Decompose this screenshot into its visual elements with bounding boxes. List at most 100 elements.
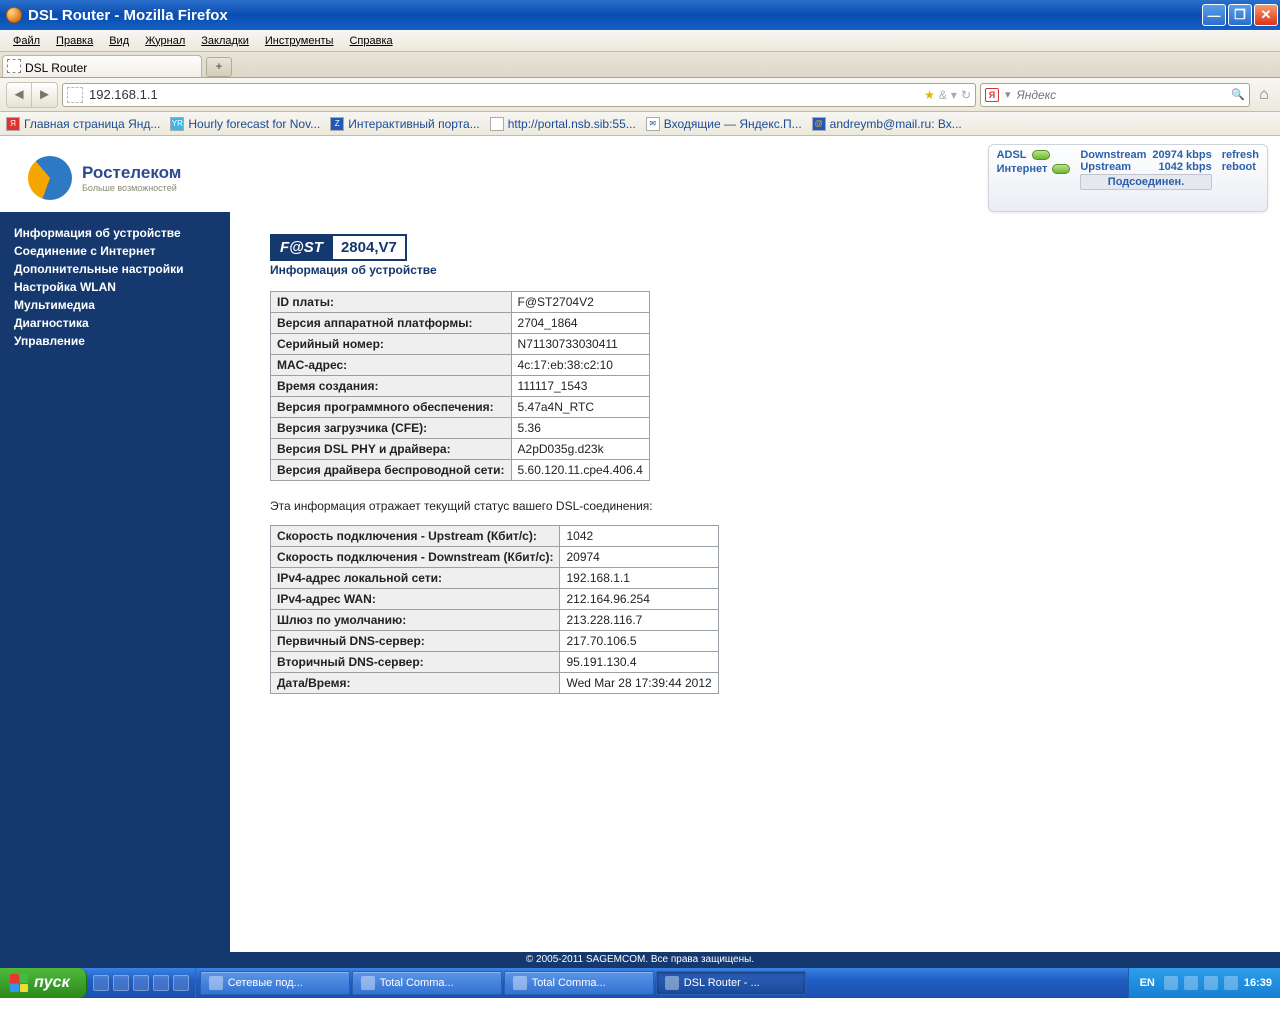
url-bar[interactable]: ★ & ▾ ↻ [62, 83, 976, 107]
tray-icon[interactable] [1164, 976, 1178, 990]
site-identity-icon[interactable] [67, 87, 83, 103]
network-icon [209, 976, 223, 990]
start-button[interactable]: пуск [0, 968, 87, 998]
page-icon [490, 117, 504, 131]
search-go-icon[interactable]: 🔍 [1231, 88, 1245, 101]
bookmark-nsb-portal[interactable]: http://portal.nsb.sib:55... [490, 117, 636, 131]
tray-icon[interactable] [1224, 976, 1238, 990]
table-row: Версия DSL PHY и драйвера:A2pD035g.d23k [271, 439, 650, 460]
table-row: MAC-адрес:4c:17:eb:38:c2:10 [271, 355, 650, 376]
menu-bookmarks[interactable]: Закладки [194, 33, 256, 49]
ql-icon[interactable] [113, 975, 129, 991]
table-row: IPv4-адрес WAN:212.164.96.254 [271, 589, 719, 610]
table-row: Версия драйвера беспроводной сети:5.60.1… [271, 460, 650, 481]
content-subheading: Информация об устройстве [270, 263, 1280, 277]
weather-icon: YR [170, 117, 184, 131]
logo-name: Ростелеком [82, 163, 181, 183]
urlbar-amp-icon: & [939, 88, 947, 102]
search-input[interactable] [1017, 88, 1226, 102]
bookmark-mailru[interactable]: @andreymb@mail.ru: Вх... [812, 117, 962, 131]
bookmark-star-icon[interactable]: ★ [924, 88, 935, 102]
bookmark-interactive-portal[interactable]: ZИнтерактивный порта... [330, 117, 480, 131]
ql-icon[interactable] [93, 975, 109, 991]
bookmark-hourly-forecast[interactable]: YRHourly forecast for Nov... [170, 117, 320, 131]
quick-launch [87, 968, 196, 998]
new-tab-button[interactable]: + [206, 57, 232, 77]
search-bar[interactable]: Я ▾ 🔍 [980, 83, 1250, 107]
menu-edit[interactable]: Правка [49, 33, 100, 49]
menu-view[interactable]: Вид [102, 33, 136, 49]
rostelecom-logo-icon [28, 156, 72, 200]
model-badge: F@ST 2804,V7 [270, 234, 407, 261]
tab-title: DSL Router [25, 61, 87, 75]
connection-status-box: ADSL Интернет Downstream20974 kbps Upstr… [988, 144, 1268, 212]
tc-icon [361, 976, 375, 990]
downstream-label: Downstream [1080, 149, 1146, 161]
task-dsl-router[interactable]: DSL Router - ... [656, 971, 806, 995]
sidebar-item-wlan-settings[interactable]: Настройка WLAN [14, 278, 230, 296]
sidebar-item-device-info[interactable]: Информация об устройстве [14, 224, 230, 242]
url-input[interactable] [89, 87, 918, 102]
close-button[interactable]: ✕ [1254, 4, 1278, 26]
table-row: Серийный номер:N71130733030411 [271, 334, 650, 355]
menu-file[interactable]: Файл [6, 33, 47, 49]
forward-button[interactable]: ► [32, 82, 58, 108]
taskbar-tasks: Сетевые под... Total Comma... Total Comm… [196, 968, 1128, 998]
language-indicator[interactable]: EN [1137, 977, 1158, 989]
search-dropdown-icon[interactable]: ▾ [1005, 88, 1011, 101]
urlbar-icons: ★ & ▾ ↻ [924, 88, 971, 102]
tab-dsl-router[interactable]: DSL Router [2, 55, 202, 77]
task-network-connections[interactable]: Сетевые под... [200, 971, 350, 995]
minimize-button[interactable]: — [1202, 4, 1226, 26]
content-area: F@ST 2804,V7 Информация об устройстве ID… [230, 212, 1280, 954]
sidebar-item-management[interactable]: Управление [14, 332, 230, 350]
downstream-value: 20974 kbps [1152, 149, 1211, 161]
router-sidebar: Информация об устройстве Соединение с Ин… [0, 212, 230, 954]
bookmarks-toolbar: ЯГлавная страница Янд... YRHourly foreca… [0, 112, 1280, 136]
menu-help[interactable]: Справка [342, 33, 399, 49]
reload-icon[interactable]: ↻ [961, 88, 971, 102]
dsl-status-table: Скорость подключения - Upstream (Кбит/с)… [270, 525, 719, 694]
task-total-commander-1[interactable]: Total Comma... [352, 971, 502, 995]
sidebar-item-internet-connection[interactable]: Соединение с Интернет [14, 242, 230, 260]
upstream-value: 1042 kbps [1152, 161, 1211, 173]
refresh-link[interactable]: refresh [1222, 149, 1259, 161]
router-page: Ростелеком Больше возможностей ADSL Инте… [0, 136, 1280, 968]
table-row: Вторичный DNS-сервер:95.191.130.4 [271, 652, 719, 673]
home-button[interactable]: ⌂ [1254, 85, 1274, 105]
table-row: Скорость подключения - Downstream (Кбит/… [271, 547, 719, 568]
system-tray: EN 16:39 [1128, 968, 1280, 998]
maximize-button[interactable]: ❐ [1228, 4, 1252, 26]
internet-led-icon [1052, 164, 1070, 174]
sidebar-item-advanced-settings[interactable]: Дополнительные настройки [14, 260, 230, 278]
reboot-link[interactable]: reboot [1222, 161, 1259, 173]
mail-icon: ✉ [646, 117, 660, 131]
sidebar-item-multimedia[interactable]: Мультимедиа [14, 296, 230, 314]
windows-taskbar: пуск Сетевые под... Total Comma... Total… [0, 968, 1280, 998]
ql-icon[interactable] [153, 975, 169, 991]
menu-history[interactable]: Журнал [138, 33, 192, 49]
ql-icon[interactable] [173, 975, 189, 991]
bookmark-yandex-home[interactable]: ЯГлавная страница Янд... [6, 117, 160, 131]
page-icon [7, 59, 21, 73]
task-total-commander-2[interactable]: Total Comma... [504, 971, 654, 995]
windows-flag-icon [10, 974, 28, 992]
yandex-icon: Я [6, 117, 20, 131]
rostelecom-logo: Ростелеком Больше возможностей [28, 144, 181, 212]
tray-icon[interactable] [1204, 976, 1218, 990]
window-titlebar: DSL Router - Mozilla Firefox — ❐ ✕ [0, 0, 1280, 30]
menu-tools[interactable]: Инструменты [258, 33, 341, 49]
ql-icon[interactable] [133, 975, 149, 991]
sidebar-item-diagnostics[interactable]: Диагностика [14, 314, 230, 332]
tray-icon[interactable] [1184, 976, 1198, 990]
dropdown-icon[interactable]: ▾ [951, 88, 957, 102]
upstream-label: Upstream [1080, 161, 1146, 173]
router-footer: © 2005-2011 SAGEMCOM. Все права защищены… [0, 952, 1280, 968]
firefox-menubar: Файл Правка Вид Журнал Закладки Инструме… [0, 30, 1280, 52]
connection-status: Подсоединен. [1080, 174, 1211, 190]
bookmark-yandex-mail[interactable]: ✉Входящие — Яндекс.П... [646, 117, 802, 131]
back-button[interactable]: ◄ [6, 82, 32, 108]
yandex-icon[interactable]: Я [985, 88, 999, 102]
firefox-icon [665, 976, 679, 990]
clock[interactable]: 16:39 [1244, 977, 1272, 989]
